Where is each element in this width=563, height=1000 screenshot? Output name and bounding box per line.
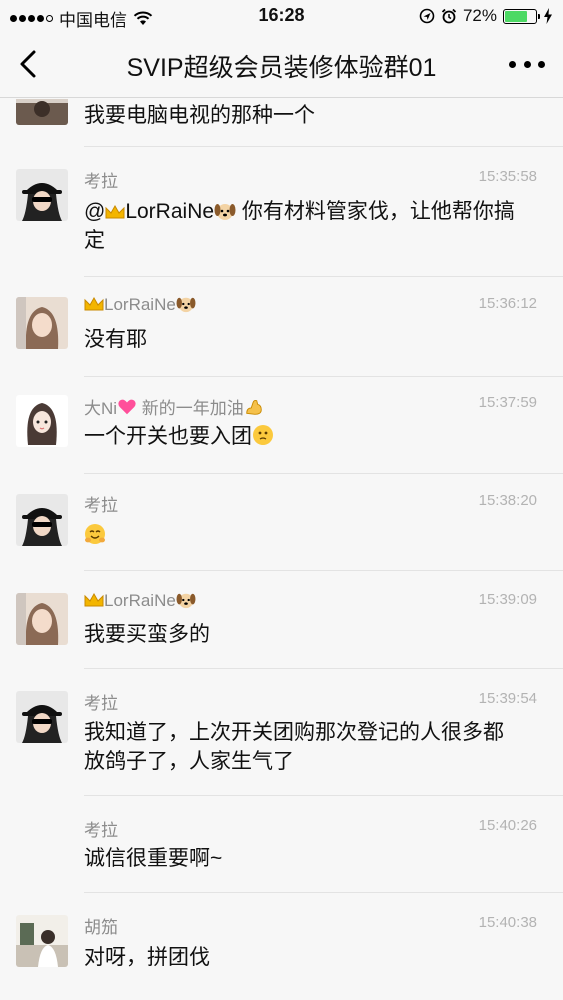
battery-icon — [503, 8, 540, 24]
sender-name: 考拉 — [84, 821, 118, 840]
message-time: 15:40:26 — [478, 817, 537, 834]
dog-emoji-icon — [176, 593, 196, 609]
heart-emoji-icon — [118, 399, 136, 415]
dog-emoji-icon — [214, 204, 236, 220]
message-text: 没有耶 — [84, 328, 147, 351]
avatar[interactable] — [16, 494, 68, 546]
message-text: @ LorRaiNe 你有材料管家伐，让他帮你搞定 — [84, 200, 515, 252]
more-dots-icon — [509, 60, 545, 68]
message-text: 我知道了，上次开关团购那次登记的人很多都放鸽子了，人家生气了 — [84, 721, 504, 773]
avatar[interactable] — [16, 297, 68, 349]
chat-title: SVIP超级会员装修体验群01 — [126, 54, 437, 82]
sender-name: 考拉 — [84, 496, 118, 515]
charging-icon — [544, 8, 552, 24]
muscle-emoji-icon — [246, 399, 262, 415]
message-item[interactable]: 考拉 15:35:58 @ LorRaiNe 你有材料管家伐，让他帮你搞定 — [0, 147, 563, 277]
message-list[interactable]: 我要电脑电视的那种一个 考拉 15:35:58 @ LorRaiNe 你有材料管家… — [0, 99, 563, 1000]
crown-emoji-icon — [105, 205, 125, 219]
message-item[interactable]: LorRaiNe 15:36:12 没有耶 — [0, 277, 563, 377]
message-text: 一个开关也要入团 — [84, 422, 523, 451]
status-right: 72% — [419, 6, 553, 26]
sender-name: 大Ni 新的一年加油 — [84, 394, 264, 419]
message-text — [84, 521, 523, 550]
crown-emoji-icon — [84, 297, 104, 311]
message-item[interactable]: 考拉 15:40:26 诚信很重要啊~ — [0, 796, 563, 893]
mention-name: LorRaiNe — [125, 200, 215, 223]
hugging-face-emoji-icon — [85, 524, 105, 544]
message-time: 15:36:12 — [478, 295, 537, 312]
battery-percent: 72% — [462, 6, 497, 25]
sender-name: 胡笳 — [84, 918, 118, 937]
message-time: 15:35:58 — [478, 168, 537, 185]
avatar[interactable] — [16, 99, 68, 125]
message-item[interactable]: 大Ni 新的一年加油 15:37:59 一个开关也要入团 — [0, 377, 563, 474]
message-time: 15:38:20 — [478, 492, 537, 509]
more-button[interactable] — [509, 52, 545, 76]
location-icon — [419, 8, 435, 24]
thinking-face-emoji-icon — [253, 425, 273, 445]
message-item[interactable]: 胡笳 15:40:38 对呀，拼团伐 — [0, 893, 563, 1000]
crown-emoji-icon — [84, 593, 104, 607]
message-text: 对呀，拼团伐 — [84, 946, 210, 969]
alarm-icon — [441, 8, 457, 24]
sender-name: LorRaiNe — [84, 591, 196, 611]
message-text: 诚信很重要啊~ — [84, 847, 223, 870]
avatar[interactable] — [16, 395, 68, 447]
sender-name: 考拉 — [84, 172, 118, 191]
message-item[interactable]: 我要电脑电视的那种一个 — [0, 99, 563, 147]
avatar[interactable] — [16, 915, 68, 967]
message-time: 15:37:59 — [478, 394, 537, 411]
avatar[interactable] — [16, 593, 68, 645]
sender-name: 考拉 — [84, 694, 118, 713]
nav-bar: SVIP超级会员装修体验群01 — [0, 32, 563, 98]
back-button[interactable] — [14, 46, 46, 82]
message-time: 15:40:38 — [478, 914, 537, 931]
avatar[interactable] — [16, 169, 68, 221]
message-text: 我要买蛮多的 — [84, 623, 210, 646]
message-item[interactable]: LorRaiNe 15:39:09 我要买蛮多的 — [0, 571, 563, 669]
message-time: 15:39:54 — [478, 690, 537, 707]
message-time: 15:39:09 — [478, 591, 537, 608]
message-item[interactable]: 考拉 15:38:20 — [0, 474, 563, 571]
status-bar: 中国电信 16:28 72% — [0, 0, 563, 32]
avatar[interactable] — [16, 691, 68, 743]
chevron-left-icon — [20, 50, 36, 78]
dog-emoji-icon — [176, 297, 196, 313]
sender-name: LorRaiNe — [84, 295, 196, 315]
message-item[interactable]: 考拉 15:39:54 我知道了，上次开关团购那次登记的人很多都放鸽子了，人家生… — [0, 669, 563, 796]
message-text: 我要电脑电视的那种一个 — [84, 104, 315, 127]
